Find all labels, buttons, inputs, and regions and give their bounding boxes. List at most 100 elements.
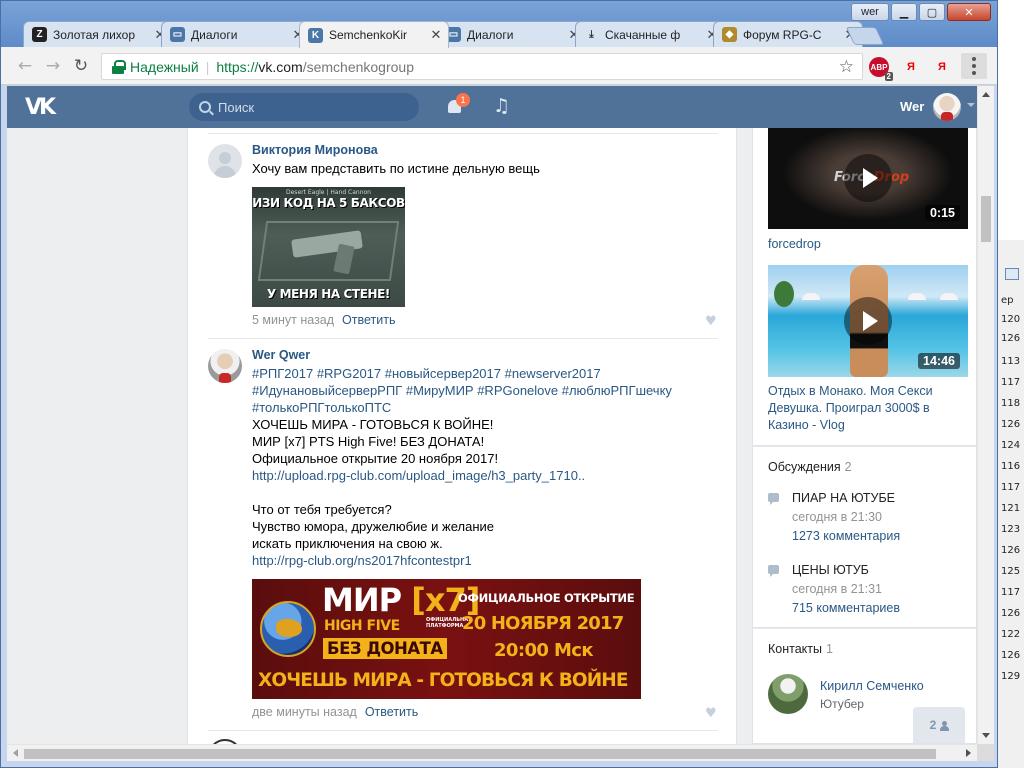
post-author[interactable]: Виктория Миронова	[252, 143, 378, 157]
adblock-extension-icon[interactable]: ABP 2	[869, 57, 893, 81]
video-thumbnail[interactable]: 14:46	[768, 265, 968, 377]
play-icon[interactable]	[844, 154, 892, 202]
close-window-button[interactable]: ✕	[947, 3, 991, 21]
comment-bubble-icon	[768, 493, 779, 505]
like-heart-icon[interactable]: ♥	[705, 706, 717, 721]
video-duration: 14:46	[918, 353, 960, 369]
post-link[interactable]: http://upload.rpg-club.com/upload_image/…	[252, 467, 585, 484]
chat-widget[interactable]: 2	[913, 707, 965, 743]
horizontal-scrollbar[interactable]	[7, 744, 977, 761]
tab-strip: Z Золотая лихор ✕ ▭ Диалоги ✕ K Semchenk…	[1, 1, 997, 48]
post-link[interactable]: http://rpg-club.org/ns2017hfcontestpr1	[252, 552, 472, 569]
browser-toolbar: ← → ↻ Надежный | https:// vk.com /semche…	[1, 47, 997, 85]
size-row: 129 К	[1001, 671, 1024, 682]
size-row: 117 К	[1001, 587, 1024, 598]
scroll-left-icon[interactable]	[13, 749, 18, 757]
background-window-blank	[997, 0, 1024, 240]
discussion-title[interactable]: ЦЕНЫ ЮТУБ	[792, 563, 869, 577]
reload-button[interactable]: ↻	[71, 56, 91, 76]
back-button[interactable]: ←	[15, 56, 35, 76]
post-image[interactable]: Desert Eagle | Hand Cannon ИЗИ КОД НА 5 …	[252, 187, 405, 307]
size-row: 126 К	[1001, 333, 1024, 344]
size-row: 122 К	[1001, 629, 1024, 640]
profile-button[interactable]: wer	[851, 3, 889, 21]
forward-button[interactable]: →	[43, 56, 63, 76]
close-icon[interactable]: ✕	[430, 27, 442, 43]
post-meta: две минуты назад Ответить	[252, 705, 418, 719]
post-banner-image[interactable]: МИР [x7] HIGH FIVE ОФИЦИАЛЬНАЯ ПЛАТФОРМА…	[252, 579, 641, 699]
video-title[interactable]: forcedrop	[768, 236, 963, 253]
notifications-bell-icon[interactable]: 1	[445, 93, 470, 118]
bookmark-star-icon[interactable]: ☆	[839, 57, 854, 77]
user-name[interactable]: Wer	[900, 99, 924, 114]
tab-title: Диалоги	[191, 27, 238, 42]
banner-mir-word: МИР	[322, 581, 402, 619]
chevron-down-icon[interactable]	[967, 103, 975, 111]
scroll-right-icon[interactable]	[966, 749, 971, 757]
vk-logo-icon[interactable]: VK	[25, 95, 56, 120]
avatar[interactable]	[933, 93, 961, 121]
video-title[interactable]: Отдых в Монако. Моя Секси Девушка. Проиг…	[768, 383, 963, 434]
minimize-button[interactable]: ▁	[891, 3, 917, 21]
tab-forum[interactable]: ◆ Форум RPG-C ✕	[713, 21, 863, 47]
video-thumbnail[interactable]: ForceDrop 0:15	[768, 128, 968, 229]
discussions-header[interactable]: Обсуждения 2	[768, 460, 852, 474]
discussions-label: Обсуждения	[768, 460, 841, 474]
browser-menu-icon[interactable]	[961, 53, 987, 79]
like-heart-icon[interactable]: ♥	[705, 314, 717, 329]
hashtags[interactable]: #ИдунановыйсерверРПГ #МируМИР #RPGonelov…	[252, 382, 672, 399]
reply-link[interactable]: Ответить	[365, 705, 418, 719]
play-icon[interactable]	[844, 297, 892, 345]
address-bar[interactable]: Надежный | https:// vk.com /semchenkogro…	[101, 53, 863, 80]
background-window: ер 120 К 126 К 113 К 117 К 118 К 126 К 1…	[996, 0, 1024, 768]
scrollbar-thumb[interactable]	[24, 749, 936, 759]
discussion-title[interactable]: ПИАР НА ЮТУБЕ	[792, 491, 895, 505]
size-row: 117 К	[1001, 377, 1024, 388]
tab-zolotaya[interactable]: Z Золотая лихор ✕	[23, 21, 173, 47]
person-icon	[940, 720, 950, 731]
tab-dialogs-2[interactable]: ▭ Диалоги ✕	[437, 21, 587, 47]
size-row: 126 К	[1001, 650, 1024, 661]
post-text: ХОЧЕШЬ МИРА - ГОТОВЬСЯ К ВОЙНЕ!	[252, 417, 494, 432]
discussion-date: сегодня в 21:30	[792, 510, 882, 524]
post-text: Хочу вам представить по истине дельную в…	[252, 161, 540, 176]
tab-downloads[interactable]: ⤓ Скачанные ф ✕	[575, 21, 725, 47]
forum-icon: ◆	[722, 27, 737, 42]
scroll-down-icon[interactable]	[982, 733, 990, 738]
avatar[interactable]	[208, 349, 242, 383]
banner-mir: МИР [x7]	[322, 581, 480, 619]
avatar[interactable]	[768, 674, 808, 714]
hashtags[interactable]: #РПГ2017 #RPG2017 #новыйсервер2017 #news…	[252, 365, 601, 382]
search-input[interactable]: Поиск	[189, 93, 419, 121]
discussion-comments[interactable]: 715 комментариев	[792, 601, 900, 615]
banner-slogan: ХОЧЕШЬ МИРА - ГОТОВЬСЯ К ВОЙНЕ	[258, 670, 629, 691]
browser-window: Z Золотая лихор ✕ ▭ Диалоги ✕ K Semchenk…	[0, 0, 998, 768]
post-time[interactable]: 5 минут назад	[252, 313, 334, 327]
maximize-button[interactable]: ▢	[919, 3, 945, 21]
yandex-extension-icon[interactable]: Я	[932, 57, 952, 77]
tab-dialogs[interactable]: ▭ Диалоги ✕	[161, 21, 311, 47]
post-time[interactable]: две минуты назад	[252, 705, 357, 719]
contacts-count: 1	[826, 642, 833, 656]
discussion-comments[interactable]: 1273 комментария	[792, 529, 900, 543]
post-author[interactable]: Wer Qwer	[252, 348, 310, 362]
size-row: 113 К	[1001, 356, 1024, 367]
contact-name[interactable]: Кирилл Семченко	[820, 679, 924, 693]
vertical-scrollbar[interactable]	[977, 86, 994, 744]
avatar[interactable]	[208, 144, 242, 178]
reply-link[interactable]: Ответить	[342, 313, 395, 327]
discussions-block: Обсуждения 2 ПИАР НА ЮТУБЕ сегодня в 21:3…	[752, 446, 977, 628]
contacts-header[interactable]: Контакты 1	[768, 642, 833, 656]
divider	[208, 730, 718, 731]
post-text: Что от тебя требуется?	[252, 502, 392, 517]
scroll-up-icon[interactable]	[982, 92, 990, 97]
url-scheme: https://	[216, 58, 259, 75]
yandex-extension-icon[interactable]: Я	[901, 57, 921, 77]
hashtags[interactable]: #толькоРПГтолькоПТС	[252, 399, 391, 416]
music-icon[interactable]: ♫	[493, 95, 510, 117]
folder-icon	[1005, 268, 1019, 280]
post-meta: 5 минут назад Ответить	[252, 313, 395, 327]
banner-date: 20 НОЯБРЯ 2017	[462, 613, 624, 634]
tab-semchenko[interactable]: K SemchenkoKir ✕	[299, 21, 449, 48]
scrollbar-thumb[interactable]	[981, 196, 991, 242]
